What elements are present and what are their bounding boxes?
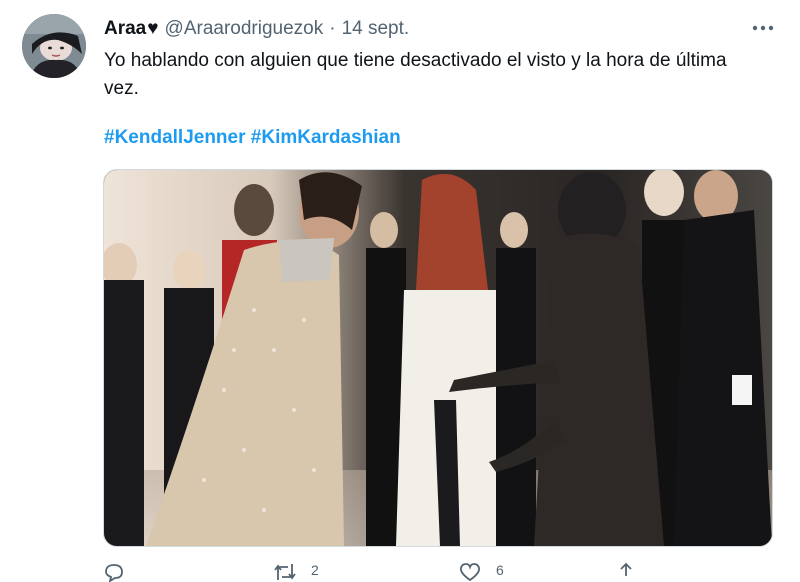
retweet-button[interactable]: 2	[273, 562, 319, 582]
like-icon	[460, 563, 480, 582]
tweet-card[interactable]: Araa ♥ @Araarodriguezok · 14 sept. Yo ha…	[0, 0, 800, 582]
like-button[interactable]: 6	[458, 562, 504, 582]
author-heart-emoji: ♥	[147, 18, 159, 39]
hashtag-link[interactable]: #KimKardashian	[251, 127, 401, 148]
author-handle[interactable]: @Araarodriguezok	[165, 18, 324, 40]
author-name[interactable]: Araa	[104, 18, 146, 40]
reply-button[interactable]	[103, 562, 139, 582]
retweet-icon	[274, 564, 296, 580]
reply-icon	[105, 564, 123, 582]
share-icon	[620, 562, 632, 576]
tweet-text: Yo hablando con alguien que tiene desact…	[104, 50, 727, 99]
tweet-date[interactable]: 14 sept.	[342, 18, 410, 40]
tweet-actions: 2 6	[103, 562, 663, 582]
share-button[interactable]	[615, 562, 637, 582]
photo-image	[104, 170, 772, 546]
header-separator: ·	[329, 18, 336, 39]
avatar-image	[22, 14, 86, 78]
avatar[interactable]	[22, 14, 86, 78]
tweet-photo[interactable]	[103, 169, 773, 547]
tweet-header: Araa ♥ @Araarodriguezok · 14 sept.	[104, 18, 409, 42]
like-count: 6	[496, 562, 504, 578]
more-icon[interactable]	[746, 14, 780, 42]
retweet-count: 2	[311, 562, 319, 578]
hashtag-row: #KendallJenner #KimKardashian	[104, 124, 401, 152]
hashtag-link[interactable]: #KendallJenner	[104, 127, 246, 148]
